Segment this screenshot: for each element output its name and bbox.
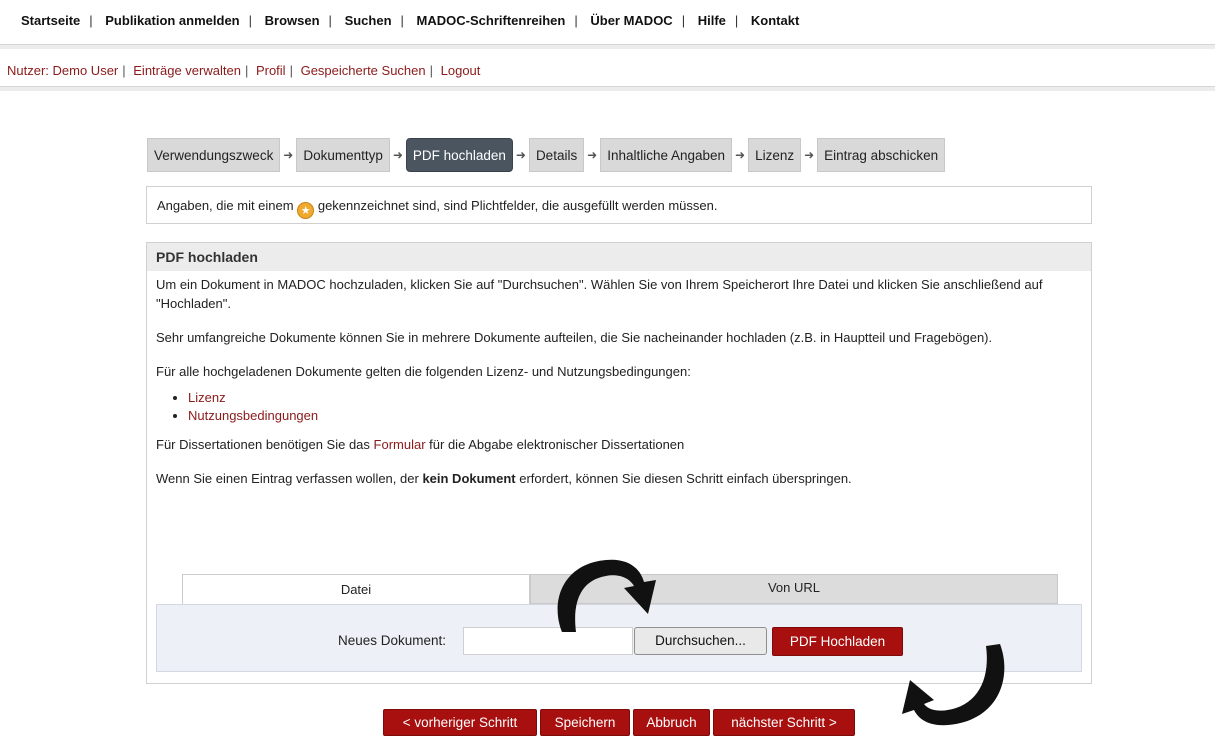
logout-link[interactable]: Logout [441, 63, 481, 78]
arrow-right-icon: ➜ [804, 148, 815, 162]
save-button[interactable]: Speichern [540, 709, 630, 736]
arrow-right-icon: ➜ [735, 148, 746, 162]
manage-entries-link[interactable]: Einträge verwalten [133, 63, 241, 78]
terms-of-use-link[interactable]: Nutzungsbedingungen [188, 408, 318, 423]
previous-step-button[interactable]: < vorheriger Schritt [383, 709, 537, 736]
required-star-icon: ★ [297, 202, 315, 219]
arrow-right-icon: ➜ [587, 148, 598, 162]
profile-link[interactable]: Profil [256, 63, 286, 78]
user-navigation: Nutzer: Demo User | Einträge verwalten | P… [7, 63, 481, 78]
intro-paragraph: Um ein Dokument in MADOC hochzuladen, kl… [156, 277, 1043, 311]
step-details[interactable]: Details [528, 138, 585, 172]
license-link[interactable]: Lizenz [188, 390, 226, 405]
arrow-right-icon: ➜ [515, 148, 526, 162]
cancel-button[interactable]: Abbruch [633, 709, 710, 736]
main-navigation: Startseite | Publikation anmelden | Browse… [21, 13, 800, 28]
workflow-steps: Verwendungszweck ➜ Dokumenttyp ➜ PDF hoc… [147, 137, 946, 173]
curved-arrow-icon [902, 644, 1005, 726]
step-pdf-hochladen[interactable]: PDF hochladen [405, 138, 513, 172]
nav-ueber-madoc[interactable]: Über MADOC [590, 13, 672, 28]
arrow-right-icon: ➜ [283, 148, 294, 162]
step-verwendungszweck[interactable]: Verwendungszweck [147, 138, 281, 172]
required-fields-notice: Angaben, die mit einem ★ gekennzeichnet … [146, 186, 1092, 224]
pdf-upload-button[interactable]: PDF Hochladen [772, 627, 903, 656]
nav-schriftenreihen[interactable]: MADOC-Schriftenreihen [417, 13, 566, 28]
user-name-link[interactable]: Nutzer: Demo User [7, 63, 118, 78]
skip-paragraph: Wenn Sie einen Eintrag verfassen wollen,… [156, 471, 852, 486]
notice-text: Angaben, die mit einem [157, 198, 294, 213]
tab-datei[interactable]: Datei [182, 574, 530, 604]
divider [0, 44, 1215, 49]
license-intro: Für alle hochgeladenen Dokumente gelten … [156, 364, 691, 379]
license-list: Lizenz Nutzungsbedingungen [156, 389, 1082, 425]
next-step-button[interactable]: nächster Schritt > [713, 709, 855, 736]
nav-hilfe[interactable]: Hilfe [698, 13, 726, 28]
divider [0, 86, 1215, 91]
arrow-right-icon: ➜ [392, 148, 403, 162]
section-title: PDF hochladen [147, 243, 1091, 271]
dissertation-paragraph: Für Dissertationen benötigen Sie das For… [156, 437, 685, 452]
saved-searches-link[interactable]: Gespeicherte Suchen [301, 63, 426, 78]
step-dokumenttyp[interactable]: Dokumenttyp [296, 138, 390, 172]
curved-arrow-icon [557, 559, 656, 632]
notice-text: gekennzeichnet sind, sind Plichtfelder, … [317, 198, 718, 213]
new-document-label: Neues Dokument: [338, 633, 447, 648]
split-paragraph: Sehr umfangreiche Dokumente können Sie i… [156, 330, 993, 345]
step-inhaltliche-angaben[interactable]: Inhaltliche Angaben [600, 138, 733, 172]
nav-suchen[interactable]: Suchen [345, 13, 392, 28]
nav-publikation-anmelden[interactable]: Publikation anmelden [105, 13, 239, 28]
nav-kontakt[interactable]: Kontakt [751, 13, 799, 28]
step-eintrag-abschicken[interactable]: Eintrag abschicken [817, 138, 946, 172]
nav-startseite[interactable]: Startseite [21, 13, 80, 28]
form-link[interactable]: Formular [374, 437, 426, 452]
nav-browsen[interactable]: Browsen [265, 13, 320, 28]
step-lizenz[interactable]: Lizenz [748, 138, 802, 172]
